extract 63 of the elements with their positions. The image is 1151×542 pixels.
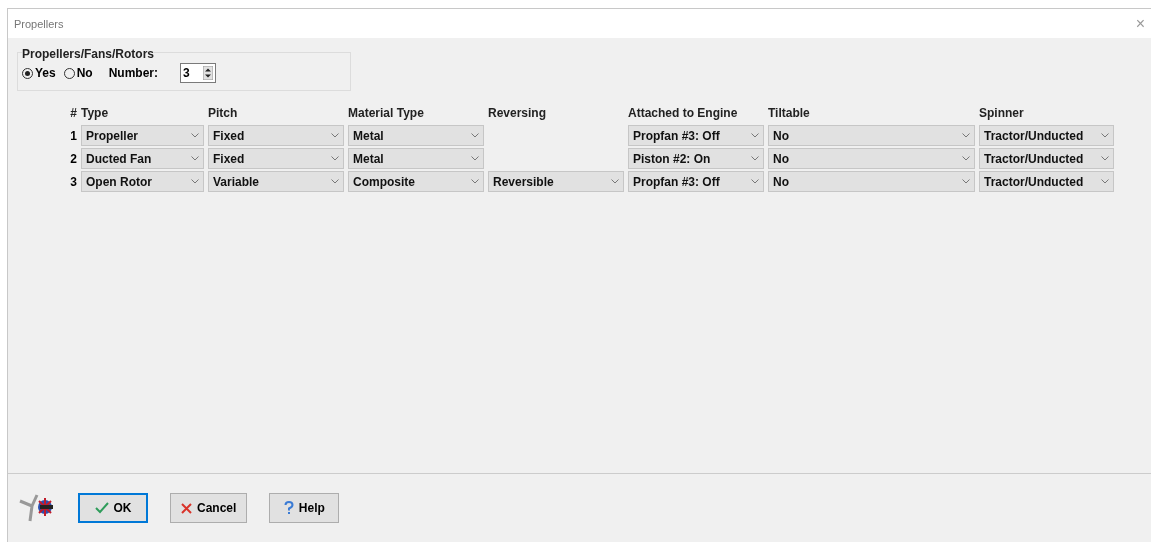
row-number: 2 bbox=[69, 151, 77, 166]
dropdown[interactable]: Tractor/Unducted bbox=[979, 171, 1114, 192]
chevron-down-icon bbox=[962, 133, 970, 138]
dropdown[interactable]: Reversible bbox=[488, 171, 624, 192]
chevron-down-icon bbox=[611, 179, 619, 184]
dropdown[interactable]: Variable bbox=[208, 171, 344, 192]
dropdown[interactable]: Metal bbox=[348, 125, 484, 146]
propeller-fan-drawing bbox=[18, 493, 56, 523]
chevron-down-icon bbox=[962, 156, 970, 161]
dropdown[interactable]: Metal bbox=[348, 148, 484, 169]
dropdown[interactable]: Fixed bbox=[208, 125, 344, 146]
number-label: Number: bbox=[108, 66, 159, 80]
chevron-down-icon bbox=[191, 133, 199, 138]
dropdown[interactable]: Propeller bbox=[81, 125, 204, 146]
dropdown[interactable]: Composite bbox=[348, 171, 484, 192]
window-title: Propellers bbox=[14, 17, 64, 30]
column-header: Material Type bbox=[348, 105, 425, 122]
dropdown[interactable]: Tractor/Unducted bbox=[979, 125, 1114, 146]
chevron-down-icon bbox=[471, 179, 479, 184]
help-icon bbox=[283, 501, 294, 515]
dropdown[interactable]: Open Rotor bbox=[81, 171, 204, 192]
column-header: Pitch bbox=[208, 105, 239, 122]
dropdown[interactable]: No bbox=[768, 125, 975, 146]
column-header: # bbox=[69, 105, 77, 122]
dropdown[interactable]: Piston #2: On bbox=[628, 148, 764, 169]
column-header: Reversing bbox=[488, 105, 548, 122]
chevron-down-icon bbox=[471, 156, 479, 161]
chevron-down-icon bbox=[751, 156, 759, 161]
dropdown[interactable]: Tractor/Unducted bbox=[979, 148, 1114, 169]
dropdown[interactable]: Ducted Fan bbox=[81, 148, 204, 169]
column-header: Attached to Engine bbox=[628, 105, 739, 122]
ok-button[interactable]: OK bbox=[78, 493, 148, 523]
cancel-button[interactable]: Cancel bbox=[170, 493, 248, 523]
radio-option[interactable]: Yes bbox=[22, 66, 56, 80]
radio-option[interactable]: No bbox=[63, 66, 93, 80]
group-title: Propellers/Fans/Rotors bbox=[22, 47, 155, 61]
dropdown[interactable]: No bbox=[768, 148, 975, 169]
chevron-down-icon bbox=[962, 179, 970, 184]
chevron-down-icon bbox=[191, 179, 199, 184]
check-icon bbox=[94, 502, 109, 514]
dropdown[interactable]: Propfan #3: Off bbox=[628, 125, 764, 146]
dropdown[interactable]: Propfan #3: Off bbox=[628, 171, 764, 192]
dropdown[interactable]: No bbox=[768, 171, 975, 192]
chevron-down-icon bbox=[331, 179, 339, 184]
chevron-down-icon bbox=[331, 133, 339, 138]
column-header: Tiltable bbox=[768, 105, 811, 122]
chevron-down-icon bbox=[751, 133, 759, 138]
chevron-down-icon bbox=[1101, 179, 1109, 184]
chevron-down-icon bbox=[331, 156, 339, 161]
row-number: 1 bbox=[69, 128, 77, 143]
chevron-down-icon bbox=[751, 179, 759, 184]
row-number: 3 bbox=[69, 174, 77, 189]
chevron-down-icon bbox=[471, 133, 479, 138]
spinner-arrows-icon bbox=[203, 66, 214, 80]
column-header: Type bbox=[81, 105, 110, 122]
chevron-down-icon bbox=[1101, 133, 1109, 138]
column-header: Spinner bbox=[979, 105, 1025, 122]
close-icon bbox=[181, 502, 192, 514]
chevron-down-icon bbox=[191, 156, 199, 161]
number-spinner[interactable]: 3 bbox=[180, 63, 217, 83]
help-button[interactable]: Help bbox=[269, 493, 340, 523]
dropdown[interactable]: Fixed bbox=[208, 148, 344, 169]
chevron-down-icon bbox=[1101, 156, 1109, 161]
